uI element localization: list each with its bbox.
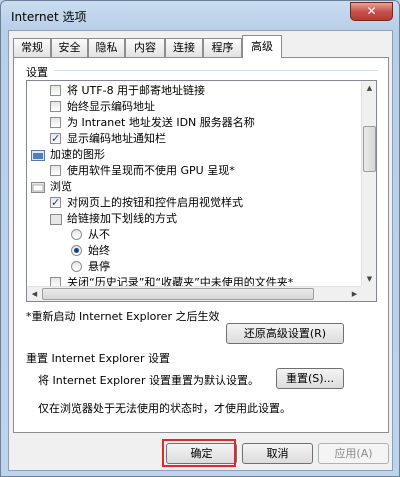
checkbox-checked[interactable] — [50, 195, 61, 211]
highlight-box-ok — [162, 439, 236, 467]
category-icon — [31, 150, 45, 161]
window-title: Internet 选项 — [11, 10, 87, 24]
settings-group-label: 设置 — [26, 66, 48, 79]
title-bar[interactable]: Internet 选项 ✕ — [1, 1, 399, 29]
category-browsing: 浏览 — [31, 179, 72, 195]
tab-privacy[interactable]: 隐私 — [88, 38, 125, 57]
dialog-client: 常规 安全 隐私 内容 连接 程序 高级 设置 将 UTF-8 用于邮寄地址链接… — [8, 30, 393, 471]
radio-never[interactable]: 从不 — [71, 227, 110, 243]
tab-programs[interactable]: 程序 — [203, 38, 242, 57]
close-button[interactable]: ✕ — [350, 2, 393, 21]
reset-description: 将 Internet Explorer 设置重置为默认设置。 — [38, 374, 259, 387]
tab-strip: 常规 安全 隐私 内容 连接 程序 高级 — [13, 35, 389, 58]
radio-button-selected[interactable] — [71, 245, 82, 256]
checkbox-checked[interactable] — [50, 131, 61, 147]
category-underline-links: 给链接加下划线的方式 — [50, 211, 177, 227]
radio-button[interactable] — [71, 261, 82, 272]
tab-advanced[interactable]: 高级 — [242, 35, 282, 58]
setting-encoded-address-infobar[interactable]: 显示编码地址通知栏 — [50, 131, 166, 147]
radio-button[interactable] — [71, 229, 82, 240]
cancel-button[interactable]: 取消 — [242, 443, 313, 464]
tab-content[interactable]: 内容 — [125, 38, 165, 57]
settings-tree[interactable]: 将 UTF-8 用于邮寄地址链接 始终显示编码地址 为 Intranet 地址发… — [26, 80, 377, 302]
restore-advanced-settings-button[interactable]: 还原高级设置(R) — [226, 323, 344, 344]
reset-note: 仅在浏览器处于无法使用的状态时，才使用此设置。 — [38, 402, 291, 415]
apply-button[interactable]: 应用(A) — [318, 443, 389, 464]
advanced-panel: 设置 将 UTF-8 用于邮寄地址链接 始终显示编码地址 为 Intranet … — [13, 57, 389, 433]
category-icon — [50, 214, 62, 225]
tab-connections[interactable]: 连接 — [165, 38, 203, 57]
horizontal-scrollbar[interactable]: ◀ ▶ — [27, 286, 362, 301]
setting-idn-intranet[interactable]: 为 Intranet 地址发送 IDN 服务器名称 — [50, 115, 255, 131]
scroll-down-icon[interactable]: ▼ — [362, 272, 376, 287]
setting-software-rendering[interactable]: 使用软件呈现而不使用 GPU 呈现* — [50, 163, 235, 179]
close-icon: ✕ — [366, 4, 377, 18]
internet-options-window: Internet 选项 ✕ 常规 安全 隐私 内容 连接 程序 高级 设置 将 … — [0, 0, 400, 477]
setting-show-encoded-address[interactable]: 始终显示编码地址 — [50, 99, 155, 115]
setting-utf8-mailto[interactable]: 将 UTF-8 用于邮寄地址链接 — [50, 83, 205, 99]
scroll-right-icon[interactable]: ▶ — [347, 287, 362, 301]
tab-security[interactable]: 安全 — [51, 38, 88, 57]
checkbox[interactable] — [50, 101, 61, 112]
scroll-corner — [361, 286, 376, 301]
tab-general[interactable]: 常规 — [13, 38, 51, 57]
category-accelerated-graphics: 加速的图形 — [31, 147, 105, 163]
radio-always[interactable]: 始终 — [71, 243, 110, 259]
setting-visual-styles[interactable]: 对网页上的按钮和控件启用视觉样式 — [50, 195, 243, 211]
vertical-scrollbar[interactable]: ▲ ▼ — [361, 81, 376, 287]
checkbox[interactable] — [50, 85, 61, 96]
checkbox[interactable] — [50, 117, 61, 128]
radio-hover[interactable]: 悬停 — [71, 259, 110, 275]
restart-note: *重新启动 Internet Explorer 之后生效 — [26, 310, 220, 323]
scroll-thumb[interactable] — [363, 126, 376, 172]
checkbox[interactable] — [50, 165, 61, 176]
hscroll-thumb[interactable] — [42, 288, 314, 300]
reset-group-label: 重置 Internet Explorer 设置 — [26, 352, 170, 365]
category-icon — [31, 182, 45, 193]
reset-button[interactable]: 重置(S)... — [276, 368, 344, 389]
scroll-up-icon[interactable]: ▲ — [362, 81, 376, 96]
scroll-left-icon[interactable]: ◀ — [27, 287, 42, 301]
settings-separator — [54, 70, 378, 71]
